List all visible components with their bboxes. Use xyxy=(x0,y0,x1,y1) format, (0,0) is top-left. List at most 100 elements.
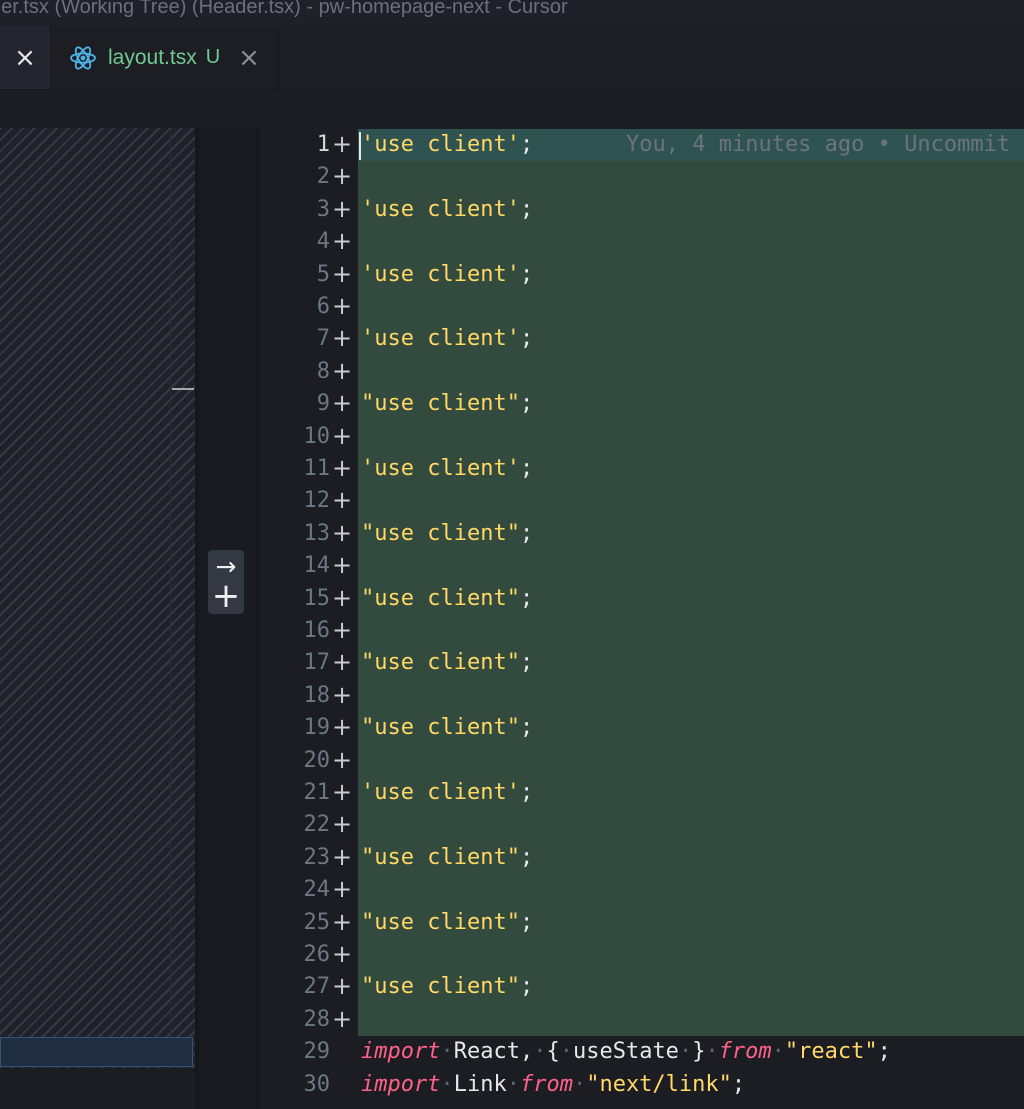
line-content[interactable]: 'use client'; xyxy=(361,259,533,291)
added-line-marker: + xyxy=(332,745,353,774)
revert-change-button[interactable]: → + xyxy=(208,550,244,614)
code-line[interactable]: 8 + xyxy=(259,356,1024,388)
code-line[interactable]: 6 + xyxy=(259,291,1024,323)
added-line-marker: + xyxy=(332,972,353,1001)
string-token: 'use client' xyxy=(361,326,520,352)
code-line[interactable]: 14 + xyxy=(259,550,1024,582)
code-line[interactable]: 24 + xyxy=(259,874,1024,906)
code-line[interactable]: 30 import·Link·from·"next/link"; xyxy=(259,1069,1024,1101)
line-content[interactable]: "use client"; xyxy=(361,971,533,1003)
line-content[interactable]: "use client"; xyxy=(361,583,533,615)
added-line-marker: + xyxy=(332,713,353,742)
overview-ruler xyxy=(170,128,171,1109)
added-line-marker: + xyxy=(332,421,353,450)
punctuation-token: ; xyxy=(519,391,534,417)
added-line-marker: + xyxy=(332,551,353,580)
line-number: 10 xyxy=(303,423,331,449)
whitespace-marker: · xyxy=(506,1071,520,1097)
whitespace-marker: · xyxy=(678,1039,693,1065)
window-title: der.tsx (Working Tree) (Header.tsx) - pw… xyxy=(0,0,1024,26)
line-content[interactable]: 'use client'; xyxy=(361,323,533,355)
added-line-marker: + xyxy=(332,875,353,904)
code-line[interactable]: 12 + xyxy=(259,485,1024,517)
inline-blame-annotation: You, 4 minutes ago • Uncommit xyxy=(626,132,1011,157)
code-line[interactable]: 26 + xyxy=(259,939,1024,971)
line-number: 29 xyxy=(303,1039,331,1065)
code-line[interactable]: 17 + "use client"; xyxy=(259,647,1024,679)
string-token: 'use client' xyxy=(361,456,520,481)
code-line[interactable]: 16 + xyxy=(259,615,1024,647)
tab-previous[interactable]: × xyxy=(0,26,51,89)
line-content[interactable]: import·React,·{·useState·}·from·"react"; xyxy=(361,1036,891,1068)
added-line-marker: + xyxy=(332,356,353,385)
close-icon[interactable]: × xyxy=(14,45,36,71)
code-line[interactable]: 25 + "use client"; xyxy=(259,907,1024,939)
line-number: 7 xyxy=(316,326,330,352)
keyword-token: from xyxy=(718,1039,772,1065)
code-line[interactable]: 1 + 'use client'; You, 4 minutes ago • Unco… xyxy=(259,129,1024,161)
code-line[interactable]: 10 + xyxy=(259,421,1024,453)
scroll-position-marker[interactable] xyxy=(172,388,194,390)
code-line[interactable]: 20 + xyxy=(259,745,1024,777)
line-content[interactable]: "use client"; xyxy=(361,907,533,939)
line-content[interactable]: 'use client'; xyxy=(361,194,533,226)
punctuation-token: { xyxy=(546,1039,560,1065)
string-token: 'use client' xyxy=(361,261,520,287)
code-line[interactable]: 15 + "use client"; xyxy=(259,583,1024,615)
original-pane-lines xyxy=(0,1068,195,1109)
code-line[interactable]: 28 + xyxy=(259,1004,1024,1036)
line-number: 23 xyxy=(303,844,331,870)
line-content[interactable]: 'use client'; xyxy=(361,777,533,809)
punctuation-token: ; xyxy=(519,909,534,935)
added-line-marker: + xyxy=(332,162,353,191)
added-line-marker: + xyxy=(332,130,353,158)
added-line-marker: + xyxy=(332,486,353,515)
react-icon xyxy=(70,45,96,70)
line-content[interactable]: 'use client'; xyxy=(361,453,533,485)
punctuation-token: ; xyxy=(519,844,534,870)
added-line-marker: + xyxy=(332,810,353,839)
close-icon[interactable]: × xyxy=(238,45,260,71)
line-content[interactable]: 'use client'; xyxy=(361,129,533,161)
line-content[interactable]: "use client"; xyxy=(361,518,533,550)
punctuation-token: ; xyxy=(519,326,534,352)
code-line[interactable]: 27 + "use client"; xyxy=(259,971,1024,1003)
code-line[interactable]: 2 + xyxy=(259,161,1024,193)
line-content[interactable]: "use client"; xyxy=(361,842,533,874)
code-line[interactable]: 23 + "use client"; xyxy=(259,842,1024,874)
line-content[interactable]: import·Link·from·"next/link"; xyxy=(361,1069,745,1101)
code-line[interactable]: 3 + 'use client'; xyxy=(259,194,1024,226)
line-number: 2 xyxy=(316,164,330,190)
code-line[interactable]: 22 + xyxy=(259,809,1024,841)
tab-layout-tsx[interactable]: layout.tsx U × xyxy=(51,26,279,89)
added-line-marker: + xyxy=(332,227,353,256)
code-line[interactable]: 19 + "use client"; xyxy=(259,712,1024,744)
pane-shadow xyxy=(195,128,199,1109)
line-number: 18 xyxy=(303,682,331,708)
code-line[interactable]: 21 + 'use client'; xyxy=(259,777,1024,809)
code-line[interactable]: 13 + "use client"; xyxy=(259,518,1024,550)
line-number: 6 xyxy=(316,294,330,319)
code-line[interactable]: 29 import·React,·{·useState·}·from·"react… xyxy=(259,1036,1024,1068)
added-line-marker: + xyxy=(332,907,353,936)
code-line[interactable]: 11 + 'use client'; xyxy=(259,453,1024,485)
punctuation-token: ; xyxy=(731,1071,746,1097)
keyword-token: import xyxy=(361,1071,441,1097)
punctuation-token: ; xyxy=(519,456,534,481)
code-line[interactable]: 4 + xyxy=(259,226,1024,258)
string-token: "use client" xyxy=(361,844,520,870)
code-line[interactable]: 9 + "use client"; xyxy=(259,388,1024,420)
line-content[interactable]: "use client"; xyxy=(361,388,533,420)
line-content[interactable]: "use client"; xyxy=(361,647,533,679)
string-token: "use client" xyxy=(361,650,520,676)
added-line-marker: + xyxy=(332,324,353,353)
code-line[interactable]: 18 + xyxy=(259,680,1024,712)
line-number: 20 xyxy=(303,747,331,773)
added-line-marker: + xyxy=(332,778,353,806)
line-content[interactable]: "use client"; xyxy=(361,712,533,744)
string-token: "next/link" xyxy=(586,1071,732,1097)
code-line[interactable]: 7 + 'use client'; xyxy=(259,323,1024,355)
code-line[interactable]: 5 + 'use client'; xyxy=(259,259,1024,291)
punctuation-token: ; xyxy=(519,585,534,611)
line-number: 9 xyxy=(316,391,330,417)
